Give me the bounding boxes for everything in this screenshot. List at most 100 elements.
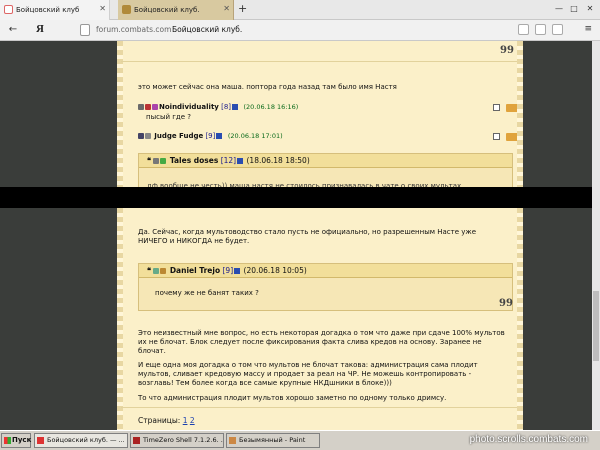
info-icon[interactable] bbox=[237, 158, 244, 164]
reply-text: Да. Сейчас, когда мультоводство стало пу… bbox=[138, 228, 476, 236]
close-icon[interactable]: ✕ bbox=[99, 4, 106, 13]
task-label: Безымянный - Paint bbox=[239, 436, 306, 444]
close-window-button[interactable]: ✕ bbox=[585, 4, 595, 14]
reply-text: НИЧЕГО и НИКОГДА не будет. bbox=[138, 237, 250, 245]
quote-close-icon: 99 bbox=[500, 45, 514, 56]
author-level: [9] bbox=[205, 132, 216, 140]
start-label: Пуск bbox=[12, 436, 32, 444]
quote-text: почему же не банят таких ? bbox=[155, 289, 259, 297]
divider bbox=[121, 61, 519, 62]
task-label: Бойцовский клуб. — ... bbox=[47, 436, 125, 444]
post-paragraph: их не блочат. Блок следует после фиксиро… bbox=[138, 338, 482, 346]
yandex-logo[interactable]: Я bbox=[36, 23, 44, 35]
lock-icon[interactable] bbox=[80, 24, 90, 36]
maximize-button[interactable]: □ bbox=[569, 4, 579, 14]
address-actions bbox=[514, 24, 574, 37]
task-label: TimeZero Shell 7.1.2.6. ... bbox=[143, 436, 224, 444]
author-nick[interactable]: Noindividuality bbox=[159, 103, 219, 111]
post-date: (20.06.18 17:01) bbox=[227, 132, 283, 140]
reply-icon[interactable] bbox=[506, 104, 518, 112]
select-checkbox[interactable] bbox=[493, 104, 500, 111]
post-text: это может сейчас она маша. поптора года … bbox=[138, 83, 397, 91]
align-icon bbox=[145, 104, 151, 110]
reply-icon[interactable] bbox=[506, 133, 518, 141]
quote-date: (20.06.18 10:05) bbox=[243, 266, 307, 275]
clan-icon bbox=[138, 133, 144, 139]
url-domain[interactable]: forum.combats.com bbox=[96, 25, 171, 34]
quote-daniel-trejo: ❝ Daniel Trejo [9] (20.06.18 10:05) поче… bbox=[138, 263, 513, 311]
windows-flag-icon bbox=[4, 437, 11, 444]
task-timezero[interactable]: TimeZero Shell 7.1.2.6. ... bbox=[130, 433, 224, 448]
rank-icon bbox=[152, 104, 158, 110]
author-nick[interactable]: Tales doses bbox=[170, 156, 218, 165]
quote-open-icon: ❝ bbox=[147, 156, 152, 165]
info-icon[interactable] bbox=[232, 104, 239, 110]
clan-icon bbox=[153, 158, 160, 164]
info-icon[interactable] bbox=[216, 133, 223, 139]
post-judge-fudge: Judge Fudge [9] (20.06.18 17:01) bbox=[138, 132, 518, 144]
screenshot-cut bbox=[0, 187, 600, 208]
address-bar: ← Я forum.combats.com Бойцовский клуб. ≡ bbox=[0, 20, 600, 41]
yandex-favicon-icon bbox=[4, 5, 13, 14]
info-icon[interactable] bbox=[234, 268, 241, 274]
post-paragraph: блочат. bbox=[138, 347, 166, 355]
post-text: пысый где ? bbox=[146, 113, 192, 121]
bookmark-icon[interactable] bbox=[552, 24, 564, 35]
clan-icon bbox=[153, 268, 160, 274]
divider bbox=[121, 407, 519, 408]
quote-author: ❝ Tales doses [12] (18.06.18 18:50) bbox=[147, 156, 310, 165]
author-level: [12] bbox=[220, 156, 237, 165]
tab-title: Бойцовский клуб. bbox=[134, 6, 200, 14]
post-header: Judge Fudge [9] (20.06.18 17:01) bbox=[138, 132, 283, 141]
timezero-icon bbox=[133, 437, 140, 444]
pagination: Страницы: 1 2 bbox=[138, 416, 195, 425]
tab-title: Бойцовский клуб bbox=[16, 6, 80, 14]
post-paragraph: И еще одна моя догадка о том что мультов… bbox=[138, 361, 478, 369]
author-nick[interactable]: Daniel Trejo bbox=[170, 266, 220, 275]
select-checkbox[interactable] bbox=[493, 133, 500, 140]
start-button[interactable]: Пуск bbox=[1, 433, 31, 448]
clan-icon bbox=[138, 104, 144, 110]
post-paragraph: Это неизвестный мне вопрос, но есть неко… bbox=[138, 329, 505, 337]
task-paint[interactable]: Безымянный - Paint bbox=[226, 433, 320, 448]
forum-thread-top: 99 это может сейчас она маша. поптора го… bbox=[117, 41, 523, 193]
forum-thread-bottom: Да. Сейчас, когда мультоводство стало пу… bbox=[117, 208, 523, 430]
watermark: photo.scrolls.combats.com bbox=[469, 434, 588, 445]
quote-close-icon: 99 bbox=[499, 298, 513, 309]
rank-icon bbox=[160, 158, 167, 164]
post-date: (20.06.18 16:16) bbox=[243, 103, 299, 111]
paint-icon bbox=[229, 437, 236, 444]
forum-page: 99 это может сейчас она маша. поптора го… bbox=[0, 41, 600, 430]
quote-author: ❝ Daniel Trejo [9] (20.06.18 10:05) bbox=[147, 266, 307, 275]
url-page-title[interactable]: Бойцовский клуб. bbox=[172, 25, 242, 34]
tab-fight-club-1[interactable]: Бойцовский клуб ✕ bbox=[0, 0, 110, 20]
post-paragraph: То что администрация плодит мультов хоро… bbox=[138, 394, 447, 402]
tab-bar: Бойцовский клуб ✕ Бойцовский клуб. ✕ + —… bbox=[0, 0, 600, 20]
tab-fight-club-2[interactable]: Бойцовский клуб. ✕ bbox=[118, 0, 234, 20]
post-paragraph: мультов, сливает кредовую массу и продае… bbox=[138, 370, 472, 378]
post-header: Noindividuality [8] (20.06.18 16:16) bbox=[138, 103, 298, 112]
taskbar: Пуск Бойцовский клуб. — ... TimeZero She… bbox=[0, 430, 600, 450]
yandex-icon bbox=[37, 437, 44, 444]
post-noindividuality: Noindividuality [8] (20.06.18 16:16) пыс… bbox=[138, 103, 518, 123]
author-level: [9] bbox=[222, 266, 234, 275]
align-icon bbox=[145, 133, 151, 139]
task-browser[interactable]: Бойцовский клуб. — ... bbox=[34, 433, 128, 448]
author-level: [8] bbox=[221, 103, 232, 111]
quote-date: (18.06.18 18:50) bbox=[246, 156, 310, 165]
quote-open-icon: ❝ bbox=[147, 266, 152, 275]
menu-button[interactable]: ≡ bbox=[584, 24, 592, 34]
minimize-button[interactable]: — bbox=[554, 4, 564, 14]
new-tab-button[interactable]: + bbox=[238, 2, 247, 15]
page-scrollbar[interactable] bbox=[592, 41, 600, 430]
author-nick[interactable]: Judge Fudge bbox=[154, 132, 203, 140]
page-link-2[interactable]: 2 bbox=[190, 416, 195, 425]
scrollbar-thumb[interactable] bbox=[593, 291, 599, 361]
download-icon[interactable] bbox=[535, 24, 547, 35]
extension-icon[interactable] bbox=[518, 24, 529, 35]
back-button[interactable]: ← bbox=[6, 23, 20, 37]
post-paragraph: возглавь! Тем более когда все самые круп… bbox=[138, 379, 392, 387]
pager-label: Страницы: bbox=[138, 416, 181, 425]
page-link-1[interactable]: 1 bbox=[183, 416, 188, 425]
close-icon[interactable]: ✕ bbox=[223, 4, 230, 13]
